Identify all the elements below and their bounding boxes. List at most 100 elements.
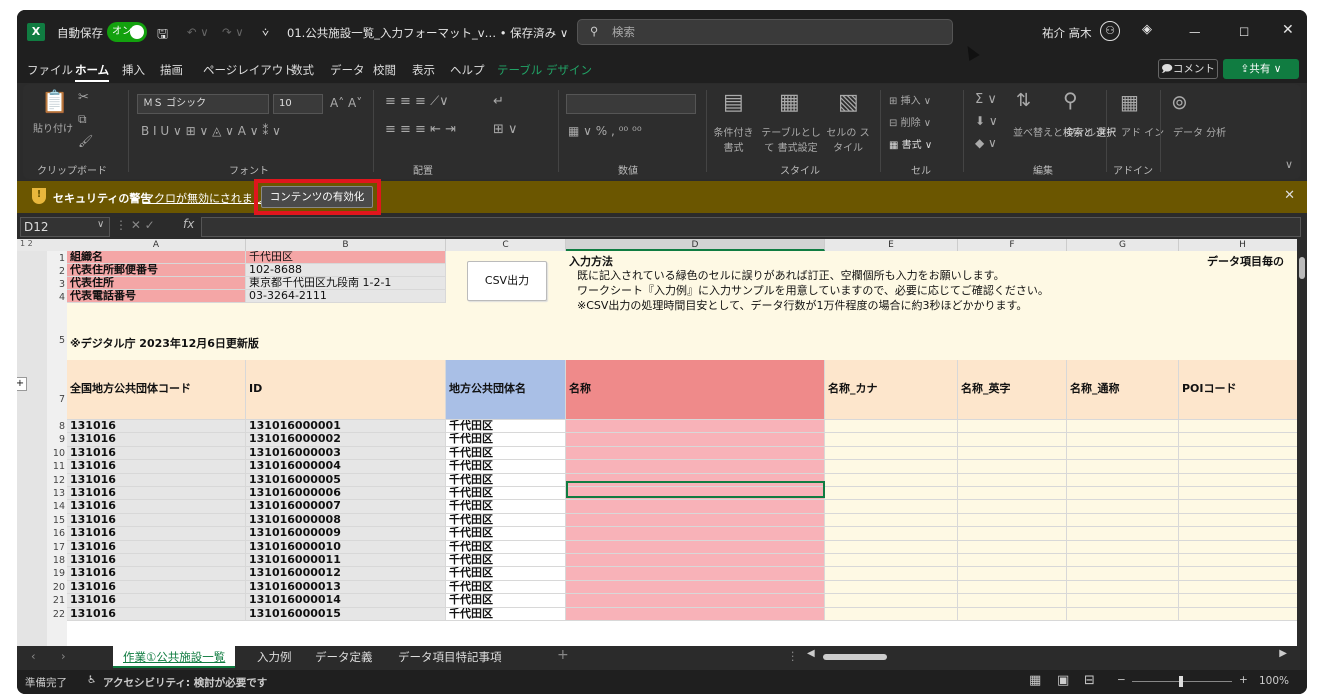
cell-id[interactable]: 131016000007: [246, 500, 446, 514]
paste-icon[interactable]: 📋: [41, 90, 68, 115]
number-format-select[interactable]: [566, 94, 696, 114]
cell-poi-code[interactable]: [1179, 607, 1307, 621]
redo-icon[interactable]: ↷ ∨: [222, 25, 244, 39]
cell-name-english[interactable]: [958, 513, 1067, 528]
cut-icon[interactable]: ✂: [78, 90, 89, 105]
qat-customize-icon[interactable]: ⩒: [262, 25, 269, 40]
wrap-text-icon[interactable]: ↵: [493, 94, 504, 109]
header-name-common[interactable]: 名称_通称: [1067, 360, 1179, 420]
row-header-3[interactable]: 3: [47, 279, 67, 290]
page-break-view-icon[interactable]: ⊟: [1084, 673, 1095, 688]
cell-styles-icon[interactable]: ▧: [838, 90, 859, 115]
cell-name-common[interactable]: [1067, 487, 1179, 501]
outline-level-buttons[interactable]: 1 2: [20, 239, 33, 248]
close-icon[interactable]: ✕: [1282, 22, 1294, 38]
menu-view[interactable]: 表示: [412, 62, 435, 78]
cell-lg-name[interactable]: 千代田区: [446, 473, 566, 487]
share-button[interactable]: ⇪共有 ∨: [1223, 59, 1299, 79]
cell-name[interactable]: [566, 420, 825, 434]
cell-poi-code[interactable]: [1179, 594, 1307, 608]
cell-lg-code[interactable]: 131016: [67, 446, 246, 461]
cell-name-common[interactable]: [1067, 567, 1179, 581]
cell-name-common[interactable]: [1067, 473, 1179, 487]
cell-poi-code[interactable]: [1179, 433, 1307, 447]
cell-name[interactable]: [566, 540, 825, 554]
cell-lg-name[interactable]: 千代田区: [446, 433, 566, 447]
cell-name-kana[interactable]: [825, 473, 958, 487]
cell-name[interactable]: [566, 500, 825, 514]
cell-lg-name[interactable]: 千代田区: [446, 580, 566, 595]
cell-lg-name[interactable]: 千代田区: [446, 540, 566, 554]
cell-id[interactable]: 131016000006: [246, 487, 446, 501]
zoom-out-icon[interactable]: −: [1117, 674, 1126, 686]
undo-icon[interactable]: ↶ ∨: [187, 25, 209, 39]
addins-button-label[interactable]: アド イン: [1121, 124, 1164, 139]
sheet-tab-work[interactable]: 作業①公共施設一覧: [113, 646, 236, 668]
autosave-toggle[interactable]: オン: [107, 22, 147, 42]
cell-lg-name[interactable]: 千代田区: [446, 567, 566, 581]
cell-name-common[interactable]: [1067, 420, 1179, 434]
cell-id[interactable]: 131016000015: [246, 607, 446, 621]
header-name[interactable]: 名称: [566, 360, 825, 420]
format-cells-button[interactable]: ▦ 書式 ∨: [889, 136, 932, 151]
cell-name[interactable]: [566, 446, 825, 461]
cell-name-kana[interactable]: [825, 540, 958, 554]
cell-lg-code[interactable]: 131016: [67, 500, 246, 514]
scroll-right-icon[interactable]: ▶: [1279, 648, 1287, 659]
cell-poi-code[interactable]: [1179, 527, 1307, 541]
font-style-icons[interactable]: B I U ∨ ⊞ ∨ ◬ ∨ A ∨ ⁑ ∨: [141, 124, 281, 138]
align-top-icons[interactable]: ≡ ≡ ≡ ⟋∨: [385, 94, 449, 109]
col-header-b[interactable]: B: [246, 239, 446, 251]
cell-name-english[interactable]: [958, 487, 1067, 501]
cell-id[interactable]: 131016000001: [246, 420, 446, 434]
sort-filter-icon[interactable]: ⇅: [1016, 90, 1031, 111]
menu-page-layout[interactable]: ページレイアウト: [203, 62, 295, 78]
cell-lg-name[interactable]: 千代田区: [446, 446, 566, 461]
cell-name-common[interactable]: [1067, 527, 1179, 541]
cell-name-english[interactable]: [958, 433, 1067, 447]
autosum-icon[interactable]: Σ ∨: [975, 92, 997, 107]
zoom-slider-thumb[interactable]: [1179, 676, 1183, 687]
cell-name-common[interactable]: [1067, 607, 1179, 621]
cell-name-english[interactable]: [958, 554, 1067, 568]
cell-poi-code[interactable]: [1179, 460, 1307, 474]
cell-lg-name[interactable]: 千代田区: [446, 607, 566, 621]
cell-name-english[interactable]: [958, 500, 1067, 514]
header-lg-code[interactable]: 全国地方公共団体コード: [67, 360, 246, 420]
cell-poi-code[interactable]: [1179, 513, 1307, 528]
cell-name-kana[interactable]: [825, 580, 958, 595]
header-lg-name[interactable]: 地方公共団体名: [446, 360, 566, 420]
phone-value[interactable]: 03-3264-2111: [246, 290, 446, 303]
page-layout-view-icon[interactable]: ▣: [1057, 673, 1069, 688]
cell-name-common[interactable]: [1067, 580, 1179, 595]
vertical-scroll-thumb[interactable]: [1299, 257, 1305, 279]
cell-name-english[interactable]: [958, 460, 1067, 474]
cell-name[interactable]: [566, 460, 825, 474]
cell-lg-code[interactable]: 131016: [67, 433, 246, 447]
cell-name[interactable]: [566, 607, 825, 621]
col-header-h[interactable]: H: [1179, 239, 1307, 251]
cell-name-english[interactable]: [958, 594, 1067, 608]
row-header[interactable]: 9: [47, 434, 67, 445]
copy-icon[interactable]: ⧉: [78, 112, 87, 127]
phone-label[interactable]: 代表電話番号: [67, 290, 246, 303]
cell-name[interactable]: [566, 580, 825, 595]
paste-label[interactable]: 貼り付け: [33, 120, 73, 135]
number-format-icons[interactable]: ▦ ∨ % , ⁰⁰ ⁰⁰: [568, 124, 642, 138]
row-header[interactable]: 8: [47, 421, 67, 432]
cell-id[interactable]: 131016000009: [246, 527, 446, 541]
cell-lg-code[interactable]: 131016: [67, 487, 246, 501]
cell-name-kana[interactable]: [825, 527, 958, 541]
minimize-icon[interactable]: —: [1189, 25, 1201, 39]
accessibility-icon[interactable]: ♿: [87, 674, 96, 686]
font-size-select[interactable]: 10: [273, 94, 323, 114]
fill-icon[interactable]: ⬇ ∨: [975, 114, 998, 128]
row-header-5[interactable]: 5: [47, 335, 67, 346]
cell-name[interactable]: [566, 433, 825, 447]
address-label[interactable]: 代表住所: [67, 277, 246, 290]
delete-cells-button[interactable]: ⊟ 削除 ∨: [889, 114, 931, 129]
cell-name-english[interactable]: [958, 607, 1067, 621]
cell-id[interactable]: 131016000004: [246, 460, 446, 474]
align-horizontal-icons[interactable]: ≡ ≡ ≡ ⇤ ⇥: [385, 122, 456, 137]
col-header-e[interactable]: E: [825, 239, 958, 251]
